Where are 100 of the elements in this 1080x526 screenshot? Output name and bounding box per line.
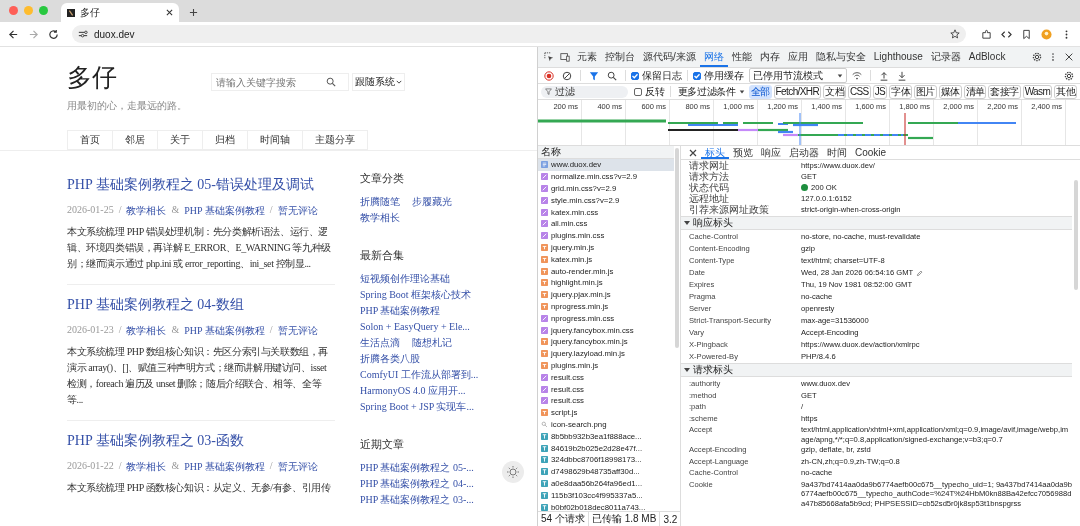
sidebar-link[interactable]: 步履藏光: [412, 194, 452, 210]
meta-link[interactable]: 教学相长: [126, 460, 167, 474]
post-excerpt: 本文系统梳理 PHP 数组核心知识：先区分索引与关联数组，再演示 array()、[]、赋值三种声明方式；继而讲解用键访问、isset 检测，foreach 遍历及 unset 删除；随后介绍联合、相等、全等等...: [67, 345, 329, 407]
sidebar-link[interactable]: 教学相长: [360, 210, 400, 226]
meta-text: /: [269, 460, 273, 473]
sidebar-link[interactable]: 短视频创作理论基础: [360, 271, 450, 287]
sidebar-link[interactable]: 随想札记: [412, 335, 452, 351]
devtools-tab[interactable]: 控制台: [601, 47, 639, 67]
sidebar-link[interactable]: PHP 基础案例教程之 05-...: [360, 460, 474, 476]
meta-link[interactable]: PHP 基础案例教程: [184, 204, 265, 218]
detail-tab[interactable]: 标头: [701, 146, 729, 159]
meta-text: &: [171, 460, 180, 473]
meta-link[interactable]: 教学相长: [126, 204, 167, 218]
type-filter-chip[interactable]: 图片: [914, 84, 937, 99]
status-text: 已传输 1.8 MB: [588, 512, 661, 526]
post-title[interactable]: PHP 基础案例教程之 03-函数: [67, 431, 335, 451]
address-bar[interactable]: duox.dev: [72, 25, 966, 43]
filter-field[interactable]: 过滤: [541, 85, 628, 98]
meta-link[interactable]: PHP 基础案例教程: [184, 324, 265, 338]
devtools-tab[interactable]: 隐私与安全: [811, 47, 870, 67]
type-filter-chip[interactable]: 清单: [963, 84, 987, 99]
meta-text: &: [171, 324, 180, 337]
type-filter-chip[interactable]: 全部: [748, 84, 772, 99]
sidebar-link[interactable]: Spring Boot + JSP 实现车...: [360, 399, 474, 415]
type-filter-chip[interactable]: 文档: [823, 84, 846, 99]
type-filter-chip[interactable]: 字体: [889, 84, 912, 99]
theme-select[interactable]: 跟随系统: [352, 73, 405, 91]
sidebar-link[interactable]: 折腾随笔: [360, 194, 400, 210]
meta-text: /: [269, 324, 273, 337]
detail-tab[interactable]: 响应: [757, 146, 785, 159]
checkbox-label: 保留日志: [642, 68, 682, 83]
sidebar-link[interactable]: Spring Boot 框架核心技术: [360, 287, 472, 303]
sidebar-link[interactable]: PHP 基础案例教程: [360, 303, 441, 319]
meta-link[interactable]: PHP 基础案例教程: [184, 460, 265, 474]
section-title: 请求标头: [693, 363, 733, 377]
section-header[interactable]: 请求标头: [681, 363, 1072, 377]
meta-text: /: [269, 204, 273, 217]
url-text: duox.dev: [94, 28, 136, 40]
devtools-tab[interactable]: 性能: [727, 47, 756, 67]
devtools-tab[interactable]: 应用: [783, 47, 812, 67]
devtools-tab[interactable]: 记录器: [926, 47, 965, 67]
widget-heading: 文章分类: [360, 171, 405, 186]
type-filter-chip[interactable]: Fetch/XHR: [773, 84, 822, 99]
post-title[interactable]: PHP 基础案例教程之 05-错误处理及调试: [67, 175, 335, 195]
sidebar-link[interactable]: PHP 基础案例教程之 04-...: [360, 476, 474, 492]
devtools-tab[interactable]: Lighthouse: [869, 47, 927, 67]
header-name: 请求网址: [689, 160, 730, 171]
sidebar-link[interactable]: ComfyUI 工作流从部署到...: [360, 367, 479, 383]
type-filter-chip[interactable]: 套接字: [988, 84, 1021, 99]
checkbox-label: 反转: [644, 84, 665, 99]
detail-tab[interactable]: 时间: [823, 146, 851, 159]
sidebar-link[interactable]: 折腾各类八股: [360, 351, 420, 367]
post-excerpt: 本文系统梳理 PHP 函数核心知识：从定义、无参/有参、引用传: [67, 481, 332, 495]
type-filter-chip[interactable]: 其他: [1054, 84, 1077, 99]
sidebar-link[interactable]: 生活点滴: [360, 335, 400, 351]
post-title[interactable]: PHP 基础案例教程之 04-数组: [67, 295, 335, 315]
meta-link[interactable]: 暂无评论: [277, 324, 318, 338]
sidebar-link[interactable]: PHP 基础案例教程之 03-...: [360, 492, 474, 508]
detail-tab[interactable]: 预览: [729, 146, 757, 159]
meta-link[interactable]: 暂无评论: [277, 204, 318, 218]
nav-link[interactable]: 主题分享: [302, 130, 368, 150]
type-filter-chip[interactable]: Wasm: [1022, 84, 1053, 99]
search-field[interactable]: 请输入关键字搜索: [211, 73, 349, 91]
header-name: 状态代码: [689, 182, 730, 193]
nav-link[interactable]: 归档: [202, 130, 247, 150]
nav-link[interactable]: 关于: [157, 130, 202, 150]
detail-tab[interactable]: 启动器: [785, 146, 823, 159]
section-header[interactable]: 响应标头: [681, 216, 1072, 230]
nav-link[interactable]: 时间轴: [247, 130, 302, 150]
nav-link[interactable]: 邻居: [112, 130, 157, 150]
column-header[interactable]: 名称: [538, 146, 674, 159]
tagline: 用最初的心，走最远的路。: [67, 99, 187, 113]
meta-text: /: [118, 204, 122, 217]
type-filter-chip[interactable]: JS: [872, 84, 888, 99]
header-name: 请求方法: [689, 171, 730, 182]
more-filters-dropdown[interactable]: 更多过滤条件: [677, 84, 745, 99]
tab-title: 多仔: [80, 5, 101, 20]
meta-text: 2026-01-23: [67, 324, 114, 337]
type-filter-chip[interactable]: CSS: [847, 84, 871, 99]
devtools-tab[interactable]: AdBlock: [964, 47, 1010, 67]
nav-link[interactable]: 首页: [67, 130, 112, 150]
meta-link[interactable]: 教学相长: [126, 324, 167, 338]
browser-tab[interactable]: 多仔: [61, 3, 179, 22]
meta-link[interactable]: 暂无评论: [277, 460, 318, 474]
site-title[interactable]: 多仔: [67, 63, 187, 93]
post-excerpt: 本文系统梳理 PHP 错误处理机制：先分类解析语法、运行、逻辑、环境四类错误，再详解 E_ERROR、E_WARNING 等九种级别；继而演示通过 php.ini 或 error_reporting、ini_set 控制显...: [67, 225, 332, 271]
devtools-tab[interactable]: 内存: [755, 47, 784, 67]
status-text: 3.2: [660, 513, 680, 525]
sidebar-link[interactable]: Solon + EasyQuery + Ele...: [360, 319, 470, 335]
sidebar-link[interactable]: HarmonyOS 4.0 应用开...: [360, 383, 466, 399]
devtools-tab[interactable]: 源代码/来源: [639, 47, 700, 67]
meta-text: &: [171, 204, 180, 217]
meta-text: /: [118, 460, 122, 473]
type-filter-chip[interactable]: 媒体: [938, 84, 962, 99]
devtools-tab[interactable]: 网络: [699, 47, 728, 67]
header-name: 引荐来源网址政策: [689, 204, 770, 215]
header-name: 远程地址: [689, 193, 730, 204]
throttling-select[interactable]: 已停用节流模式: [749, 68, 847, 83]
detail-tab[interactable]: Cookie: [851, 146, 891, 159]
devtools-tab[interactable]: 元素: [573, 47, 601, 67]
